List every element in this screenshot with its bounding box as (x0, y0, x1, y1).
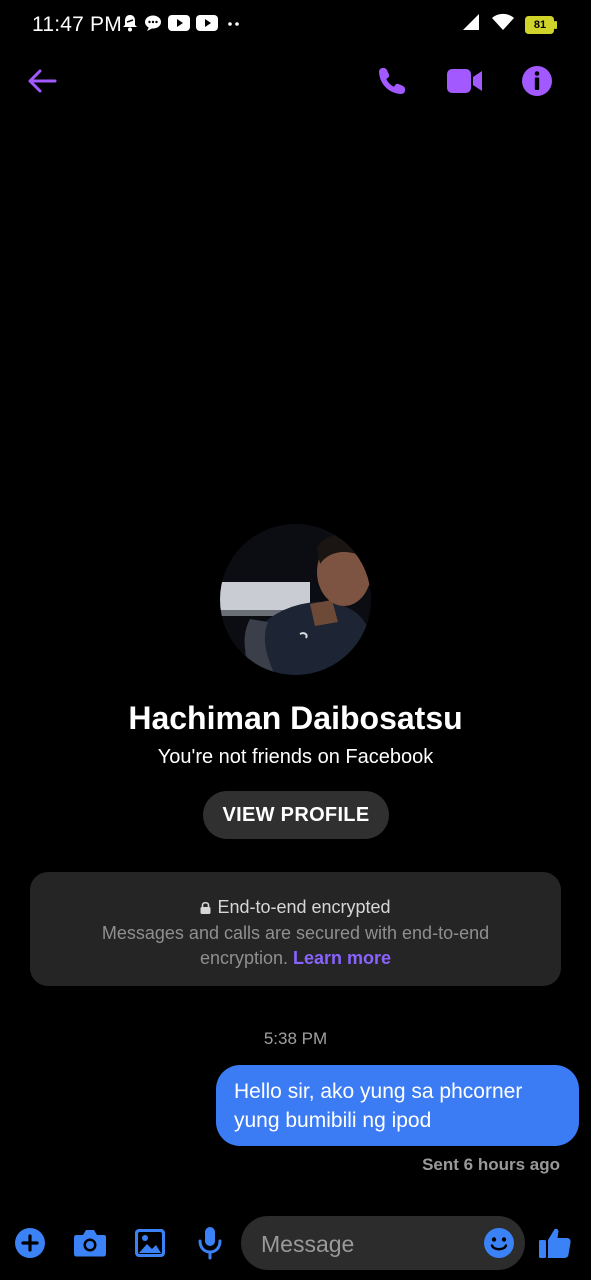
encryption-title-row: End-to-end encrypted (30, 897, 561, 919)
learn-more-link[interactable]: Learn more (293, 948, 391, 968)
phone-icon (379, 68, 405, 94)
back-arrow-icon (28, 69, 57, 93)
message-field[interactable] (241, 1216, 525, 1272)
emoji-button[interactable] (481, 1225, 517, 1261)
message-input[interactable] (259, 1216, 473, 1272)
chat-bubble-icon (144, 15, 162, 37)
conversation-info-button[interactable] (513, 55, 561, 107)
sent-receipt: Sent 6 hours ago (422, 1155, 560, 1174)
camera-icon (74, 1230, 106, 1257)
status-notification-icons (122, 14, 244, 37)
info-icon (522, 66, 552, 96)
contact-name: Hachiman Daibosatsu (128, 700, 463, 736)
wifi-icon (491, 13, 515, 36)
status-bar: 11:47 PM 81 (0, 0, 591, 50)
status-time: 11:47 PM (32, 13, 122, 36)
youtube-icon (196, 15, 218, 36)
microphone-icon (198, 1227, 222, 1260)
voice-call-button[interactable] (368, 55, 416, 107)
view-profile-button[interactable]: VIEW PROFILE (203, 791, 389, 839)
sent-message-bubble[interactable]: Hello sir, ako yung sa phcorner yung bum… (216, 1065, 579, 1146)
lock-icon (200, 898, 211, 919)
encryption-notice: End-to-end encrypted Messages and calls … (30, 872, 561, 986)
battery-level: 81 (533, 18, 547, 31)
encryption-title: End-to-end encrypted (217, 897, 391, 917)
like-button[interactable] (532, 1212, 578, 1274)
voice-clip-button[interactable] (187, 1212, 233, 1274)
cellular-signal-icon (461, 13, 481, 36)
thumbs-up-icon (539, 1228, 571, 1258)
conversation-header (0, 55, 591, 111)
encryption-body: Messages and calls are secured with end-… (80, 921, 511, 971)
status-system-icons: 81 (461, 13, 557, 36)
gallery-button[interactable] (127, 1212, 173, 1274)
image-icon (135, 1229, 165, 1257)
youtube-icon (168, 15, 190, 36)
contact-avatar[interactable] (220, 524, 371, 675)
video-call-button[interactable] (441, 55, 489, 107)
friendship-status: You're not friends on Facebook (157, 746, 434, 768)
back-button[interactable] (18, 55, 66, 107)
camera-button[interactable] (67, 1212, 113, 1274)
smiley-icon (484, 1228, 514, 1258)
video-camera-icon (447, 69, 482, 93)
more-notifications-icon (224, 15, 244, 36)
message-composer (0, 1212, 591, 1274)
more-actions-button[interactable] (7, 1212, 53, 1274)
plus-circle-icon (15, 1228, 45, 1258)
battery-icon: 81 (525, 15, 557, 34)
message-timestamp: 5:38 PM (263, 1029, 328, 1048)
bell-icon (122, 14, 138, 37)
